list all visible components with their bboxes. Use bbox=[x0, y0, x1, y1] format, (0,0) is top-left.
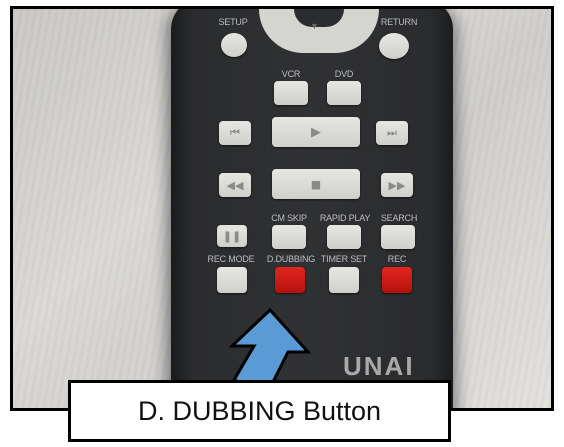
caption-box: D. DUBBING Button bbox=[68, 380, 451, 442]
caption-text: D. DUBBING Button bbox=[137, 395, 382, 426]
